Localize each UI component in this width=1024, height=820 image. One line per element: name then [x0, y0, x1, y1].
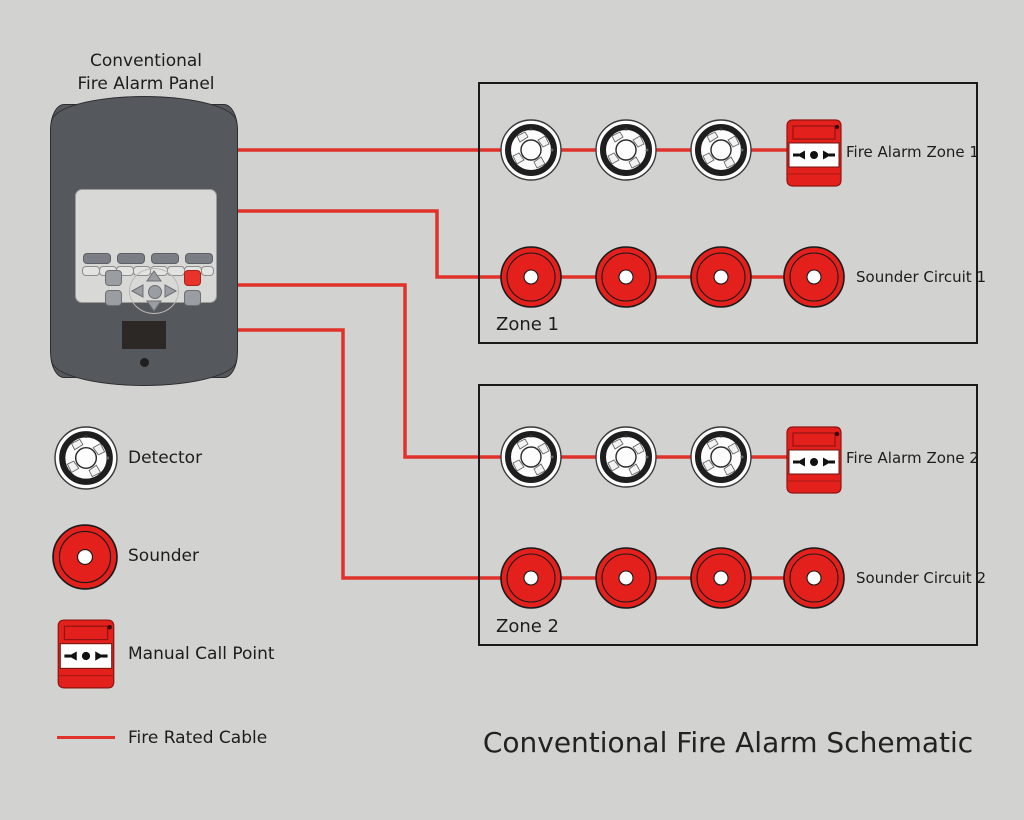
- panel-function-button-1[interactable]: [83, 253, 111, 264]
- detector-z1-2[interactable]: [595, 119, 657, 181]
- sounder-z1-1[interactable]: [500, 246, 562, 308]
- sounder-z2-3[interactable]: [690, 547, 752, 609]
- dpad-center-button[interactable]: [148, 285, 162, 299]
- legend-manual-call-point-icon: [54, 618, 118, 692]
- legend-detector-icon: [54, 426, 118, 490]
- panel-led-1: [82, 266, 100, 276]
- zone1-detector-loop-label: Fire Alarm Zone 1: [846, 143, 979, 161]
- legend-cable-line-icon: [57, 736, 115, 739]
- detector-z2-3[interactable]: [690, 426, 752, 488]
- panel-left-button-top[interactable]: [105, 270, 122, 286]
- detector-z2-2[interactable]: [595, 426, 657, 488]
- sounder-z1-2[interactable]: [595, 246, 657, 308]
- manual-call-point-z1[interactable]: [783, 118, 845, 190]
- panel-function-button-2[interactable]: [117, 253, 145, 264]
- panel-title-line2: Fire Alarm Panel: [77, 74, 215, 94]
- panel-function-button-3[interactable]: [151, 253, 179, 264]
- sounder-z2-1[interactable]: [500, 547, 562, 609]
- manual-call-point-z2[interactable]: [783, 425, 845, 497]
- sounder-z2-2[interactable]: [595, 547, 657, 609]
- panel-alarm-button[interactable]: [184, 270, 201, 286]
- panel-indicator-dot: [140, 358, 149, 367]
- panel-navigation-dpad[interactable]: [129, 268, 179, 314]
- legend-sounder-icon: [52, 524, 118, 590]
- fire-alarm-control-panel[interactable]: [50, 96, 238, 386]
- sounder-z2-4[interactable]: [783, 547, 845, 609]
- panel-title-line1: Conventional: [89, 51, 203, 71]
- zone2-detector-loop-label: Fire Alarm Zone 2: [846, 449, 979, 467]
- dpad-down-icon: [146, 300, 162, 312]
- detector-z1-3[interactable]: [690, 119, 752, 181]
- zone1-sounder-loop-label: Sounder Circuit 1: [856, 268, 986, 286]
- dpad-right-icon: [164, 284, 178, 298]
- detector-z2-1[interactable]: [500, 426, 562, 488]
- panel-access-slot: [122, 321, 166, 349]
- legend-label-manual-call-point: Manual Call Point: [128, 644, 275, 664]
- panel-title: Conventional Fire Alarm Panel: [72, 50, 220, 96]
- sounder-z1-3[interactable]: [690, 246, 752, 308]
- sounder-z1-4[interactable]: [783, 246, 845, 308]
- panel-led-8: [201, 266, 214, 276]
- zone2-sounder-loop-label: Sounder Circuit 2: [856, 569, 986, 587]
- panel-left-button-bottom[interactable]: [105, 290, 122, 306]
- legend-label-cable: Fire Rated Cable: [128, 728, 268, 748]
- main-title: Conventional Fire Alarm Schematic: [482, 726, 974, 759]
- zone1-box-label: Zone 1: [496, 314, 559, 335]
- dpad-left-icon: [130, 284, 144, 298]
- zone2-box-label: Zone 2: [496, 616, 559, 637]
- dpad-up-icon: [146, 270, 162, 282]
- detector-z1-1[interactable]: [500, 119, 562, 181]
- schematic-canvas: Conventional Fire Alarm Panel Zone 1 Fir…: [0, 0, 1024, 820]
- legend-label-sounder: Sounder: [128, 546, 199, 566]
- panel-right-button-bottom[interactable]: [184, 290, 201, 306]
- panel-function-button-4[interactable]: [185, 253, 213, 264]
- legend-label-detector: Detector: [128, 448, 203, 468]
